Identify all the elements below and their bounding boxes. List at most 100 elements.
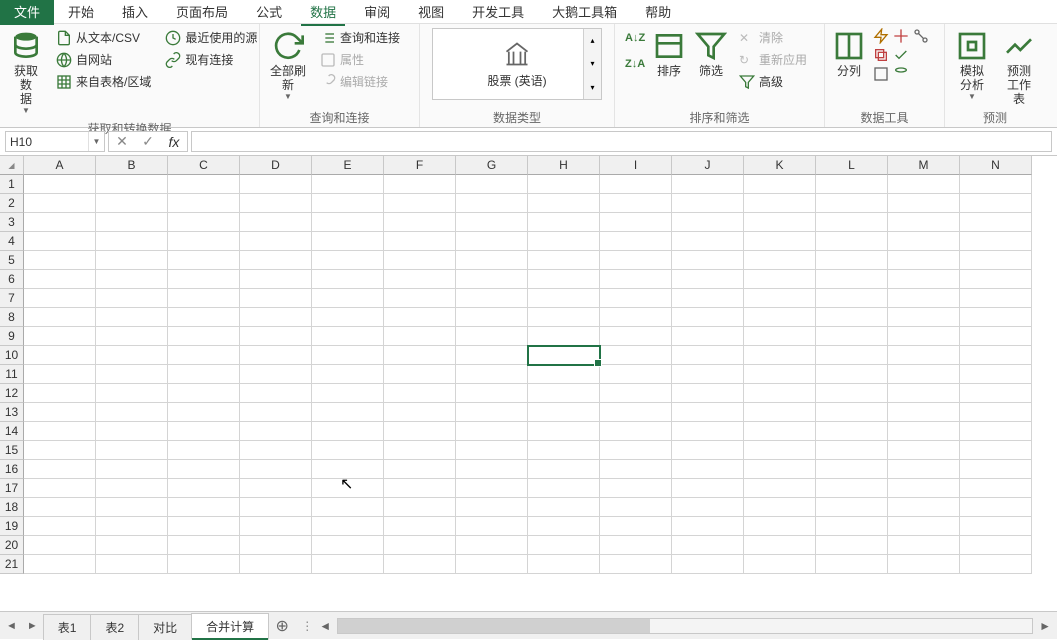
tab-review[interactable]: 审阅 (350, 0, 404, 25)
cell[interactable] (96, 251, 168, 270)
cell[interactable] (456, 517, 528, 536)
cell[interactable] (168, 479, 240, 498)
cell[interactable] (96, 270, 168, 289)
sheet-tab[interactable]: 表2 (90, 614, 139, 640)
cell[interactable] (312, 479, 384, 498)
cell[interactable] (240, 232, 312, 251)
cell[interactable] (888, 555, 960, 574)
cell[interactable] (96, 346, 168, 365)
cell[interactable] (24, 536, 96, 555)
cell[interactable] (384, 194, 456, 213)
name-box[interactable]: H10 ▼ (5, 131, 105, 152)
cell[interactable] (672, 308, 744, 327)
cell[interactable] (960, 308, 1032, 327)
cell[interactable] (312, 232, 384, 251)
cell[interactable] (744, 460, 816, 479)
cell[interactable] (816, 175, 888, 194)
cell[interactable] (456, 479, 528, 498)
column-header[interactable]: D (240, 156, 312, 175)
cell[interactable] (312, 403, 384, 422)
cell[interactable] (456, 308, 528, 327)
cell[interactable] (816, 422, 888, 441)
cell[interactable] (816, 289, 888, 308)
row-header[interactable]: 17 (0, 479, 24, 498)
cell[interactable] (240, 403, 312, 422)
cell[interactable] (312, 213, 384, 232)
cell[interactable] (168, 232, 240, 251)
cell[interactable] (312, 270, 384, 289)
cell[interactable] (744, 213, 816, 232)
cell[interactable] (312, 441, 384, 460)
cell[interactable] (456, 384, 528, 403)
cell[interactable] (240, 384, 312, 403)
cell[interactable] (96, 403, 168, 422)
cell[interactable] (816, 384, 888, 403)
sheet-nav-next[interactable]: ► (27, 620, 38, 632)
cell[interactable] (744, 498, 816, 517)
cell[interactable] (312, 194, 384, 213)
cell[interactable] (600, 403, 672, 422)
cell[interactable] (816, 441, 888, 460)
consolidate-button[interactable] (893, 28, 909, 44)
row-header[interactable]: 9 (0, 327, 24, 346)
cell[interactable] (960, 460, 1032, 479)
from-text-csv-button[interactable]: 从文本/CSV (52, 28, 155, 48)
cell[interactable] (744, 289, 816, 308)
cell[interactable] (456, 289, 528, 308)
column-header[interactable]: L (816, 156, 888, 175)
row-header[interactable]: 12 (0, 384, 24, 403)
cell[interactable] (816, 517, 888, 536)
row-header[interactable]: 4 (0, 232, 24, 251)
cell[interactable] (672, 194, 744, 213)
cell[interactable] (168, 460, 240, 479)
tab-help[interactable]: 帮助 (631, 0, 685, 25)
cell[interactable] (888, 346, 960, 365)
cell[interactable] (168, 213, 240, 232)
cell[interactable] (744, 384, 816, 403)
cell[interactable] (24, 194, 96, 213)
cell[interactable] (384, 346, 456, 365)
row-header[interactable]: 5 (0, 251, 24, 270)
cell[interactable] (672, 270, 744, 289)
column-header[interactable]: E (312, 156, 384, 175)
cell[interactable] (168, 251, 240, 270)
get-data-button[interactable]: 获取数 据 ▼ (6, 28, 46, 120)
cell[interactable] (24, 517, 96, 536)
cell[interactable] (24, 441, 96, 460)
cell[interactable] (456, 498, 528, 517)
row-header[interactable]: 20 (0, 536, 24, 555)
what-if-icon[interactable] (873, 66, 889, 82)
cell[interactable] (240, 175, 312, 194)
cell[interactable] (312, 175, 384, 194)
sort-asc-button[interactable]: A↓Z (621, 28, 645, 48)
cell[interactable] (672, 251, 744, 270)
cell[interactable] (24, 213, 96, 232)
cell[interactable] (528, 194, 600, 213)
select-all-button[interactable] (0, 156, 24, 175)
cell[interactable] (240, 441, 312, 460)
cell[interactable] (96, 384, 168, 403)
cell[interactable] (744, 403, 816, 422)
row-header[interactable]: 8 (0, 308, 24, 327)
sort-desc-button[interactable]: Z↓A (621, 54, 645, 74)
sheet-nav-prev[interactable]: ◄ (6, 620, 17, 632)
cell[interactable] (384, 555, 456, 574)
cell[interactable] (456, 422, 528, 441)
cell[interactable] (528, 422, 600, 441)
cell[interactable] (528, 498, 600, 517)
cell[interactable] (240, 213, 312, 232)
cell[interactable] (240, 346, 312, 365)
cell[interactable] (312, 251, 384, 270)
cell[interactable] (456, 346, 528, 365)
tab-formulas[interactable]: 公式 (242, 0, 296, 25)
cell[interactable] (456, 460, 528, 479)
cell[interactable] (672, 460, 744, 479)
refresh-all-button[interactable]: 全部刷新 ▼ (266, 28, 310, 106)
horizontal-scrollbar[interactable] (337, 618, 1033, 634)
cell[interactable] (528, 327, 600, 346)
column-header[interactable]: A (24, 156, 96, 175)
cell[interactable] (240, 365, 312, 384)
cell[interactable] (744, 308, 816, 327)
cell[interactable] (384, 517, 456, 536)
cell[interactable] (888, 327, 960, 346)
